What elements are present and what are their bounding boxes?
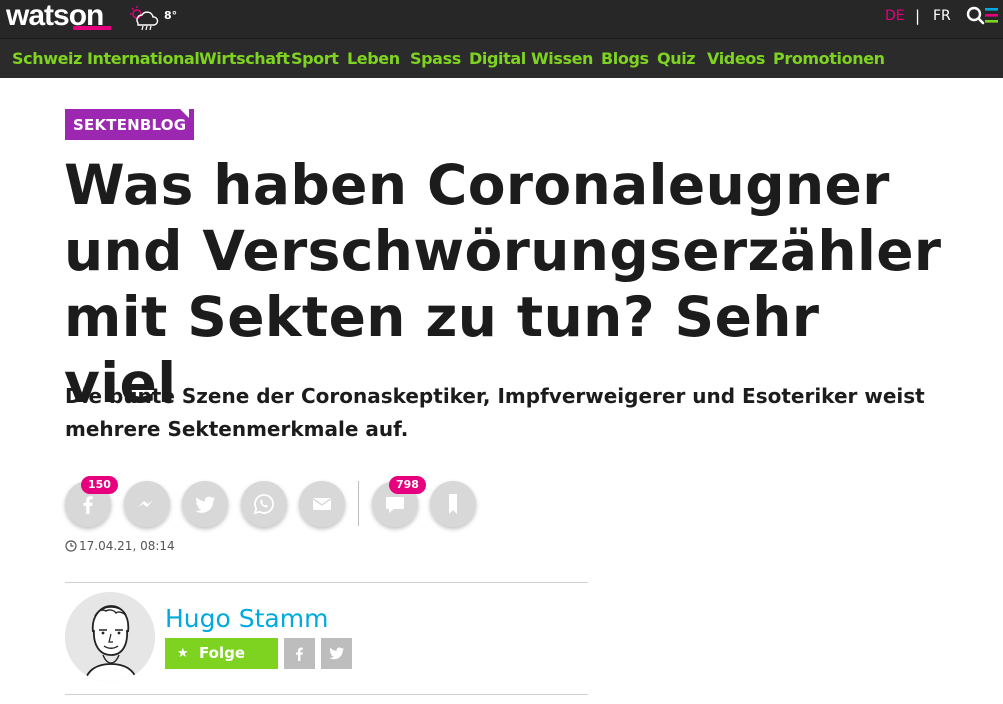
lang-fr-link[interactable]: FR xyxy=(933,8,951,24)
lang-de-link[interactable]: DE xyxy=(885,8,905,24)
nav-item-spass[interactable]: Spass xyxy=(410,49,461,69)
author-avatar[interactable] xyxy=(65,592,155,682)
top-bar: watson 8° DE | FR xyxy=(0,0,1003,38)
bookmark-icon xyxy=(449,494,457,514)
nav-item-wissen[interactable]: Wissen xyxy=(531,49,593,69)
messenger-share-button[interactable] xyxy=(124,481,170,527)
publish-date-text: 17.04.21, 08:14 xyxy=(79,539,175,553)
nav-item-promotionen[interactable]: Promotionen xyxy=(773,49,885,69)
search-icon xyxy=(966,6,985,25)
email-icon xyxy=(313,498,331,510)
author-twitter-button[interactable] xyxy=(321,638,352,669)
menu-icon xyxy=(985,8,998,23)
nav-item-wirtschaft[interactable]: Wirtschaft xyxy=(199,49,290,69)
star-icon: ★ xyxy=(177,646,189,661)
facebook-icon xyxy=(295,647,303,661)
category-tag[interactable]: SEKTENBLOG xyxy=(65,109,195,140)
twitter-icon xyxy=(195,496,216,513)
nav-item-digital[interactable]: Digital xyxy=(469,49,526,69)
search-menu-button[interactable] xyxy=(965,5,999,33)
nav-item-blogs[interactable]: Blogs xyxy=(601,49,649,69)
bookmark-button[interactable] xyxy=(430,481,476,527)
author-facebook-button[interactable] xyxy=(284,638,315,669)
nav-item-international[interactable]: International xyxy=(87,49,200,69)
nav-item-leben[interactable]: Leben xyxy=(347,49,400,69)
author-name-link[interactable]: Hugo Stamm xyxy=(165,604,328,633)
twitter-icon xyxy=(329,647,344,660)
share-divider xyxy=(358,481,359,526)
article-headline: Was haben Coronaleugner und Verschwörung… xyxy=(64,153,942,415)
follow-label: Folge mir xyxy=(199,644,245,693)
weather-icon[interactable] xyxy=(128,4,160,36)
follow-author-button[interactable]: ★ Folge mir xyxy=(165,638,278,693)
main-nav: Schweiz International Wirtschaft Sport L… xyxy=(0,38,1003,78)
author-top-divider xyxy=(65,582,588,583)
email-share-button[interactable] xyxy=(299,481,345,527)
whatsapp-icon xyxy=(253,494,274,515)
messenger-icon xyxy=(138,500,153,507)
publish-date: 17.04.21, 08:14 xyxy=(65,539,175,553)
twitter-share-button[interactable] xyxy=(182,481,228,527)
nav-item-videos[interactable]: Videos xyxy=(707,49,765,69)
facebook-icon xyxy=(83,496,93,514)
lang-separator: | xyxy=(915,7,921,25)
comment-icon xyxy=(386,497,404,513)
comments-count: 798 xyxy=(389,476,426,494)
nav-item-sport[interactable]: Sport xyxy=(291,49,339,69)
nav-item-quiz[interactable]: Quiz xyxy=(657,49,696,69)
nav-item-schweiz[interactable]: Schweiz xyxy=(12,49,82,69)
author-bottom-divider xyxy=(65,694,588,695)
tag-corner xyxy=(180,109,189,118)
article-lead: Die bunte Szene der Coronaskeptiker, Imp… xyxy=(65,384,925,441)
clock-icon xyxy=(65,540,77,552)
logo-accent xyxy=(73,26,111,30)
facebook-share-count: 150 xyxy=(81,476,118,494)
whatsapp-share-button[interactable] xyxy=(241,481,287,527)
weather-temperature: 8° xyxy=(164,9,178,22)
